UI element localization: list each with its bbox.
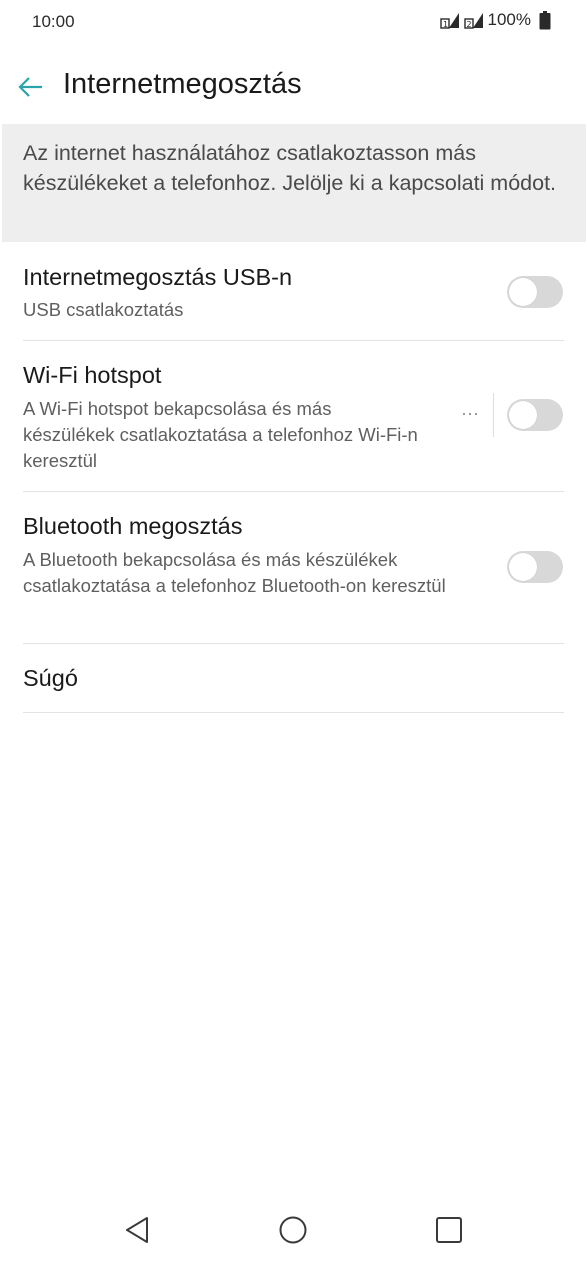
back-triangle-icon[interactable] [117,1210,157,1250]
status-time: 10:00 [32,12,75,31]
status-icons: 1 2 100% [439,10,551,30]
home-circle-icon[interactable] [273,1210,313,1250]
wifi-hotspot-title: Wi-Fi hotspot [23,362,162,388]
toggle-knob [509,278,537,306]
app-bar: Internetmegosztás [0,52,587,122]
vertical-separator [493,393,494,437]
status-bar: 10:00 1 2 100% [0,0,587,44]
bluetooth-tethering-item[interactable]: Bluetooth megosztás A Bluetooth bekapcso… [23,492,564,643]
navigation-bar [0,1192,587,1272]
usb-tethering-item[interactable]: Internetmegosztás USB-n USB csatlakoztat… [23,242,564,340]
wifi-hotspot-subtitle: A Wi-Fi hotspot bekapcsolása és más kész… [23,398,418,471]
usb-tethering-toggle[interactable] [507,276,563,308]
battery-percent: 100% [487,10,531,29]
more-options-icon[interactable]: ··· [461,403,479,424]
info-banner: Az internet használatához csatlakoztasso… [2,124,586,242]
recents-square-icon[interactable] [429,1210,469,1250]
bluetooth-tethering-title: Bluetooth megosztás [23,513,243,539]
arrow-back-icon[interactable] [16,73,44,101]
toggle-knob [509,553,537,581]
divider [23,712,564,713]
bluetooth-tethering-toggle[interactable] [507,551,563,583]
screen: 10:00 1 2 100% Internetmegosztás Az inte… [0,0,587,1272]
battery-icon [539,10,551,29]
wifi-hotspot-item[interactable]: Wi-Fi hotspot A Wi-Fi hotspot bekapcsolá… [23,341,564,491]
sim1-signal-icon: 1 [439,13,459,29]
wifi-hotspot-toggle[interactable] [507,399,563,431]
bluetooth-tethering-subtitle: A Bluetooth bekapcsolása és más készülék… [23,549,446,596]
svg-text:1: 1 [443,20,448,29]
help-title: Súgó [23,665,78,691]
help-item[interactable]: Súgó [23,644,564,712]
svg-text:2: 2 [466,20,471,29]
usb-tethering-title: Internetmegosztás USB-n [23,264,293,290]
page-title: Internetmegosztás [63,68,302,100]
sim2-signal-icon: 2 [463,13,483,29]
toggle-knob [509,401,537,429]
usb-tethering-subtitle: USB csatlakoztatás [23,299,184,320]
